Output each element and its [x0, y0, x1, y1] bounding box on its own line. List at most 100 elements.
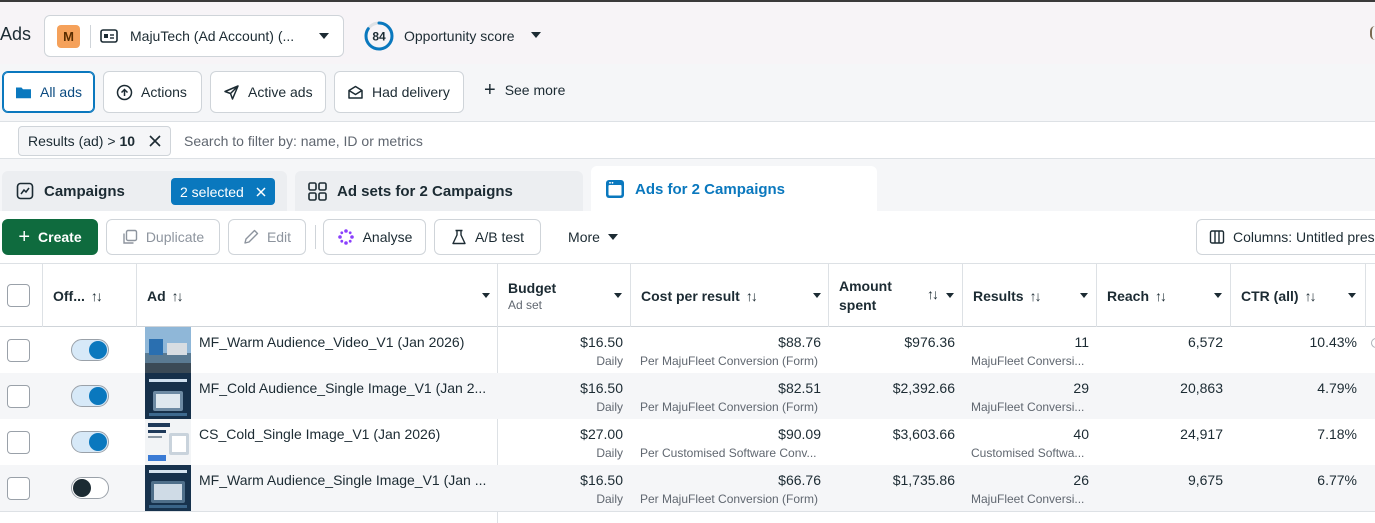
row-checkbox[interactable] [7, 385, 30, 408]
cost-result-type: Per MajuFleet Conversion (Form) [640, 492, 819, 506]
send-icon [224, 84, 239, 100]
results-value: 26 [1073, 472, 1089, 488]
account-avatar: M [57, 25, 80, 48]
header-ad[interactable]: Ad ↑↓ [137, 264, 498, 327]
sort-icon[interactable]: ↑↓ [927, 286, 939, 302]
row-checkbox[interactable] [7, 477, 30, 500]
table-row[interactable]: MF_Cold Audience_Single Image_V1 (Jan 2.… [0, 373, 1375, 419]
ctr-value: 4.79% [1317, 380, 1357, 396]
ad-name[interactable]: MF_Warm Audience_Video_V1 (Jan 2026) [199, 334, 491, 350]
more-button[interactable]: More [555, 219, 631, 255]
cost-per-result: $90.09 [778, 426, 821, 442]
toggle-knob [89, 387, 107, 405]
sort-icon[interactable]: ↑↓ [1305, 288, 1317, 304]
ad-window-icon [606, 180, 624, 198]
ab-test-button[interactable]: A/B test [434, 219, 541, 255]
header-ctr[interactable]: CTR (all) ↑↓ [1231, 264, 1366, 327]
filter-pill-value: 10 [119, 133, 136, 149]
chevron-down-icon[interactable] [813, 293, 821, 298]
chevron-down-icon[interactable] [946, 293, 954, 298]
cropped-icon [1371, 338, 1375, 348]
reach-value: 6,572 [1187, 334, 1223, 350]
sort-icon[interactable]: ↑↓ [91, 288, 103, 304]
active-filter-pill[interactable]: Results (ad) > 10 [18, 126, 172, 156]
chevron-down-icon[interactable] [1080, 293, 1088, 298]
sort-icon[interactable]: ↑↓ [1155, 288, 1167, 304]
ad-toggle[interactable] [71, 477, 109, 499]
row-checkbox[interactable] [7, 339, 30, 362]
opportunity-score-label[interactable]: Opportunity score [404, 28, 515, 44]
budget-type: Daily [596, 446, 623, 460]
amount-spent: $976.36 [904, 334, 955, 350]
cost-per-result: $82.51 [778, 380, 821, 396]
header-cost-per-result[interactable]: Cost per result ↑↓ [631, 264, 829, 327]
ad-thumbnail[interactable] [145, 465, 191, 511]
table-header: Off... ↑↓ Ad ↑↓ Budget Ad set Cost per resu… [0, 263, 1375, 327]
ad-toggle[interactable] [71, 431, 109, 453]
analyse-button[interactable]: Analyse [323, 219, 426, 255]
row-checkbox[interactable] [7, 431, 30, 454]
chip-had-delivery[interactable]: Had delivery [334, 71, 464, 113]
ad-name[interactable]: CS_Cold_Single Image_V1 (Jan 2026) [199, 426, 491, 442]
cost-result-type: Per Customised Software Conv... [640, 446, 817, 460]
ad-thumbnail[interactable] [145, 327, 191, 373]
chevron-down-icon[interactable] [1214, 293, 1222, 298]
chevron-down-icon[interactable] [1348, 293, 1356, 298]
cropped-icon [1370, 26, 1375, 40]
divider [315, 225, 316, 249]
header-off-on[interactable]: Off... ↑↓ [43, 264, 137, 327]
table-row[interactable]: MF_Warm Audience_Single Image_V1 (Jan ..… [0, 465, 1375, 511]
create-button[interactable]: + Create [2, 219, 98, 255]
budget-type: Daily [596, 354, 623, 368]
results-type: Customised Softwa... [971, 446, 1085, 460]
tab-ad-sets[interactable]: Ad sets for 2 Campaigns [295, 171, 583, 211]
header-amount-spent[interactable]: Amount spent ↑↓ [829, 264, 963, 327]
amount-spent: $2,392.66 [892, 380, 955, 396]
sort-icon[interactable]: ↑↓ [172, 288, 184, 304]
results-value: 11 [1074, 334, 1089, 350]
budget-value: $27.00 [580, 426, 623, 442]
ctr-value: 6.77% [1317, 472, 1357, 488]
flask-icon [452, 229, 466, 245]
close-icon[interactable] [149, 135, 161, 147]
tab-ads[interactable]: Ads for 2 Campaigns [591, 166, 877, 212]
header-reach[interactable]: Reach ↑↓ [1097, 264, 1231, 327]
budget-value: $16.50 [580, 380, 623, 396]
ad-name[interactable]: MF_Cold Audience_Single Image_V1 (Jan 2.… [199, 380, 491, 396]
ad-thumbnail[interactable] [145, 373, 191, 419]
sort-icon[interactable]: ↑↓ [746, 288, 758, 304]
chevron-down-icon[interactable] [531, 32, 541, 38]
table-row[interactable]: MF_Warm Audience_Video_V1 (Jan 2026) $16… [0, 327, 1375, 373]
see-more-button[interactable]: + See more [484, 80, 566, 100]
results-type: MajuFleet Conversi... [971, 354, 1085, 368]
duplicate-button[interactable]: Duplicate [106, 219, 220, 255]
opportunity-score-ring[interactable]: 84 [364, 21, 394, 51]
table-row[interactable]: CS_Cold_Single Image_V1 (Jan 2026) $27.0… [0, 419, 1375, 465]
cost-result-type: Per MajuFleet Conversion (Form) [640, 354, 819, 368]
header-budget[interactable]: Budget Ad set [498, 264, 631, 327]
budget-type: Daily [596, 492, 623, 506]
ad-thumbnail[interactable] [145, 419, 191, 465]
selected-badge[interactable]: 2 selected [171, 178, 275, 205]
select-all-checkbox[interactable] [7, 284, 30, 307]
search-filter-bar[interactable]: Results (ad) > 10 Search to filter by: n… [0, 121, 1375, 159]
columns-button[interactable]: Columns: Untitled pres [1196, 219, 1375, 255]
chip-active-ads[interactable]: Active ads [210, 71, 326, 113]
ad-name[interactable]: MF_Warm Audience_Single Image_V1 (Jan ..… [199, 472, 491, 488]
chevron-down-icon[interactable] [614, 293, 622, 298]
sort-icon[interactable]: ↑↓ [1030, 288, 1042, 304]
ad-toggle[interactable] [71, 385, 109, 407]
chevron-down-icon[interactable] [482, 293, 490, 298]
chip-actions[interactable]: Actions [103, 71, 202, 113]
account-selector[interactable]: M MajuTech (Ad Account) (... [44, 15, 344, 57]
chip-all-ads[interactable]: All ads [2, 71, 95, 113]
close-icon[interactable] [256, 186, 266, 197]
see-more-label: See more [504, 82, 566, 98]
search-input[interactable]: Search to filter by: name, ID or metrics [184, 133, 423, 149]
folder-icon [15, 87, 31, 98]
header-results[interactable]: Results ↑↓ [963, 264, 1097, 327]
budget-type: Daily [596, 400, 623, 414]
edit-button[interactable]: Edit [228, 219, 306, 255]
ad-toggle[interactable] [71, 339, 109, 361]
reach-value: 24,917 [1180, 426, 1223, 442]
